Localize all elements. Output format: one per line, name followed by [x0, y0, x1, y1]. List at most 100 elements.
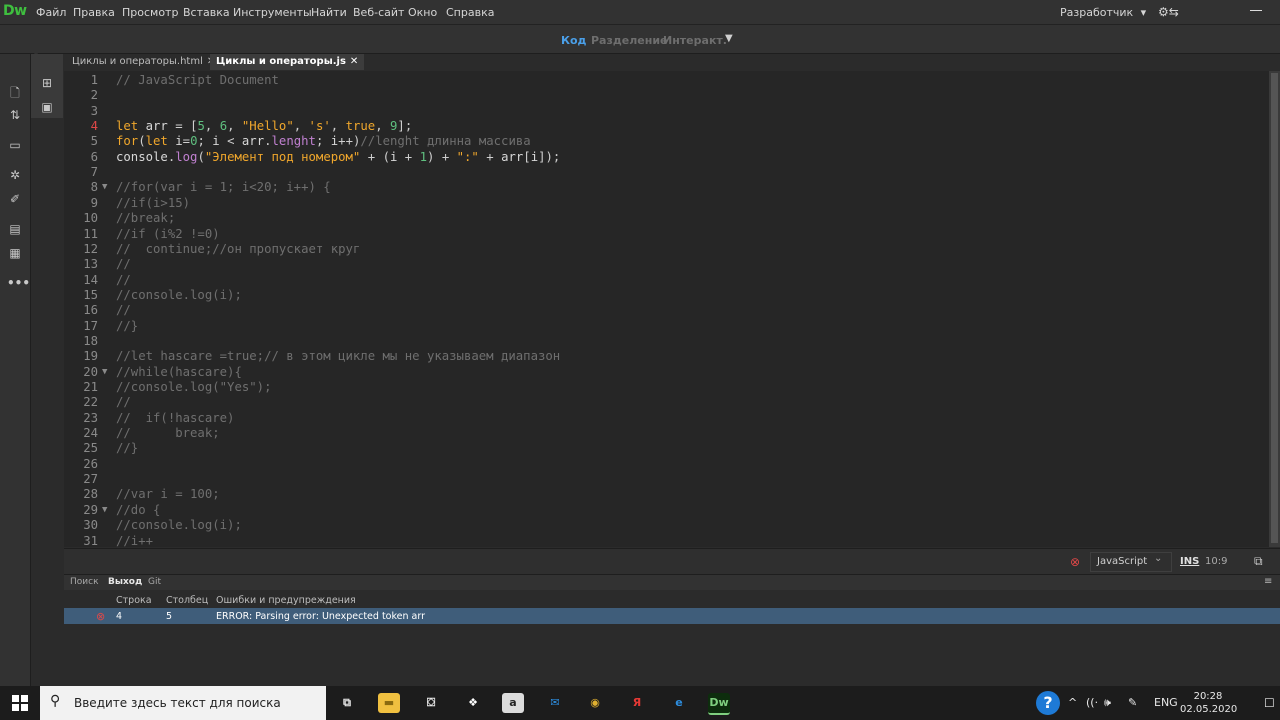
close-icon[interactable]: ✕ — [350, 56, 358, 67]
windows-start-icon[interactable] — [12, 695, 28, 711]
workspace-switcher[interactable]: Разработчик ▾ — [1060, 6, 1146, 19]
brush-icon[interactable]: ✐ — [7, 192, 23, 208]
menu-help[interactable]: Справка — [446, 6, 494, 19]
view-dropdown-icon[interactable]: ▼ — [725, 33, 733, 44]
code-text: //if(i>15) — [116, 195, 191, 210]
code-text: //console.log(i); — [116, 518, 242, 533]
code-text: //if (i%2 !=0) — [116, 226, 220, 241]
search-icon: ⚲ — [50, 693, 61, 709]
sort-icon[interactable]: ⇅ — [7, 108, 23, 124]
panel-menu-icon[interactable]: ≡ — [1264, 576, 1272, 587]
menu-insert[interactable]: Вставка — [183, 6, 230, 19]
properties-icon[interactable]: ▣ — [39, 100, 55, 114]
menu-file[interactable]: Файл — [36, 6, 66, 19]
file-icon[interactable]: 🗋 — [7, 84, 23, 100]
amazon-icon[interactable]: a — [502, 693, 524, 713]
code-text: // continue;//он пропускает круг — [116, 241, 361, 256]
tray-chevron-icon[interactable]: ^ — [1068, 696, 1077, 709]
menu-edit[interactable]: Правка — [73, 6, 115, 19]
column-header-column[interactable]: Столбец — [166, 595, 208, 606]
network-icon[interactable]: ((· — [1086, 696, 1098, 709]
line-number: 11 — [83, 226, 98, 241]
tab-html-file[interactable]: Циклы и операторы.html✕ — [66, 54, 221, 70]
sync-settings-icon[interactable]: ⚙⇆ — [1158, 5, 1179, 19]
code-editor[interactable]: 1// JavaScript Document 2 3 4 let arr = [5, … — [64, 71, 1269, 547]
column-header-line[interactable]: Строка — [116, 595, 152, 606]
code-text: //do { — [116, 502, 161, 517]
site-map-icon[interactable]: ⊞ — [39, 76, 55, 90]
taskbar: ⚲ Введите здесь текст для поиска ⧉ ▬ ⛋ ❖ a ✉ ◉… — [0, 686, 1280, 720]
menu-window[interactable]: Окно — [408, 6, 437, 19]
edge-icon[interactable]: e — [668, 693, 690, 713]
code-text: // — [116, 303, 131, 318]
insert-mode-indicator[interactable]: INS — [1180, 556, 1199, 567]
snippet-icon[interactable]: ▦ — [7, 246, 23, 262]
explorer-icon[interactable]: ▬ — [378, 693, 400, 713]
document-tabs: Циклы и операторы.html✕ Циклы и оператор… — [64, 54, 1280, 70]
taskbar-search[interactable]: ⚲ Введите здесь текст для поиска — [40, 686, 326, 720]
left-toolbar: 🗋 ⇅ ▭ ✲ ✐ ▤ ▦ ••• — [0, 54, 31, 686]
line-number: 18 — [83, 333, 98, 348]
fold-icon[interactable]: ▼ — [102, 503, 107, 518]
code-text: //console.log(i); — [116, 287, 242, 302]
tab-search[interactable]: Поиск — [70, 577, 99, 587]
code-text: //} — [116, 318, 139, 333]
task-view-icon[interactable]: ⧉ — [336, 693, 358, 713]
line-number: 17 — [83, 318, 98, 333]
menu-view[interactable]: Просмотр — [122, 6, 178, 19]
store-icon[interactable]: ⛋ — [420, 693, 442, 713]
volume-icon[interactable]: 🕪 — [1104, 696, 1111, 710]
pen-icon[interactable]: ✎ — [1128, 696, 1137, 709]
line-number: 2 — [90, 88, 98, 103]
menu-tools[interactable]: Инструменты — [233, 6, 312, 19]
chevron-down-icon[interactable]: ⌄ — [1154, 553, 1162, 564]
line-number: 19 — [83, 349, 98, 364]
line-number: 15 — [83, 287, 98, 302]
tab-label: Циклы и операторы.html — [72, 56, 203, 67]
tab-output[interactable]: Выход — [108, 577, 142, 587]
more-icon[interactable]: ••• — [7, 276, 30, 292]
help-icon[interactable]: ? — [1036, 691, 1060, 715]
line-number: 23 — [83, 410, 98, 425]
line-number: 10 — [83, 211, 98, 226]
side-panel-strip: ⊞ ▣ — [31, 54, 63, 118]
dropbox-icon[interactable]: ❖ — [462, 693, 484, 713]
scrollbar-thumb[interactable] — [1271, 73, 1278, 543]
output-panel: Поиск Выход Git ≡ Строка Столбец Ошибки … — [64, 574, 1280, 687]
line-number: 4 — [90, 119, 98, 134]
tab-git[interactable]: Git — [148, 577, 161, 587]
input-language[interactable]: ENG — [1154, 696, 1178, 709]
preview-icon[interactable]: ⧉ — [1254, 554, 1263, 569]
mail-icon[interactable]: ✉ — [544, 693, 566, 713]
code-text: //let hascare =true;// в этом цикле мы н… — [116, 349, 561, 364]
wand-icon[interactable]: ✲ — [7, 168, 23, 184]
notifications-icon[interactable]: ☐ — [1264, 696, 1275, 710]
view-live-button[interactable]: Интеракт. — [663, 34, 727, 47]
view-split-button[interactable]: Разделение — [591, 34, 668, 47]
menu-site[interactable]: Веб-сайт — [353, 6, 404, 19]
line-number: 8 — [90, 180, 98, 195]
chrome-icon[interactable]: ◉ — [584, 693, 606, 713]
line-number: 28 — [83, 487, 98, 502]
fold-icon[interactable]: ▼ — [102, 180, 107, 195]
line-number: 9 — [90, 195, 98, 210]
comment-icon[interactable]: ▤ — [7, 222, 23, 238]
yandex-icon[interactable]: Я — [626, 693, 648, 713]
minimize-button[interactable] — [1250, 2, 1262, 11]
fold-icon[interactable]: ▼ — [102, 365, 107, 380]
menu-bar: Dw Файл Правка Просмотр Вставка Инструме… — [0, 0, 1280, 25]
clock[interactable]: 20:28 02.05.2020 — [1180, 690, 1237, 716]
view-code-button[interactable]: Код — [561, 34, 586, 47]
language-label: JavaScript — [1097, 556, 1148, 567]
line-number: 26 — [83, 456, 98, 471]
code-text: // — [116, 395, 131, 410]
dreamweaver-icon[interactable]: Dw — [708, 693, 730, 715]
error-icon[interactable]: ⊗ — [1070, 555, 1080, 569]
menu-find[interactable]: Найти — [311, 6, 347, 19]
column-header-message[interactable]: Ошибки и предупреждения — [216, 595, 356, 606]
line-number: 5 — [90, 134, 98, 149]
line-number: 31 — [83, 533, 98, 548]
code-view-icon[interactable]: ▭ — [7, 138, 23, 154]
code-text: // — [116, 272, 131, 287]
tab-js-file[interactable]: Циклы и операторы.js ✕ — [210, 54, 365, 70]
